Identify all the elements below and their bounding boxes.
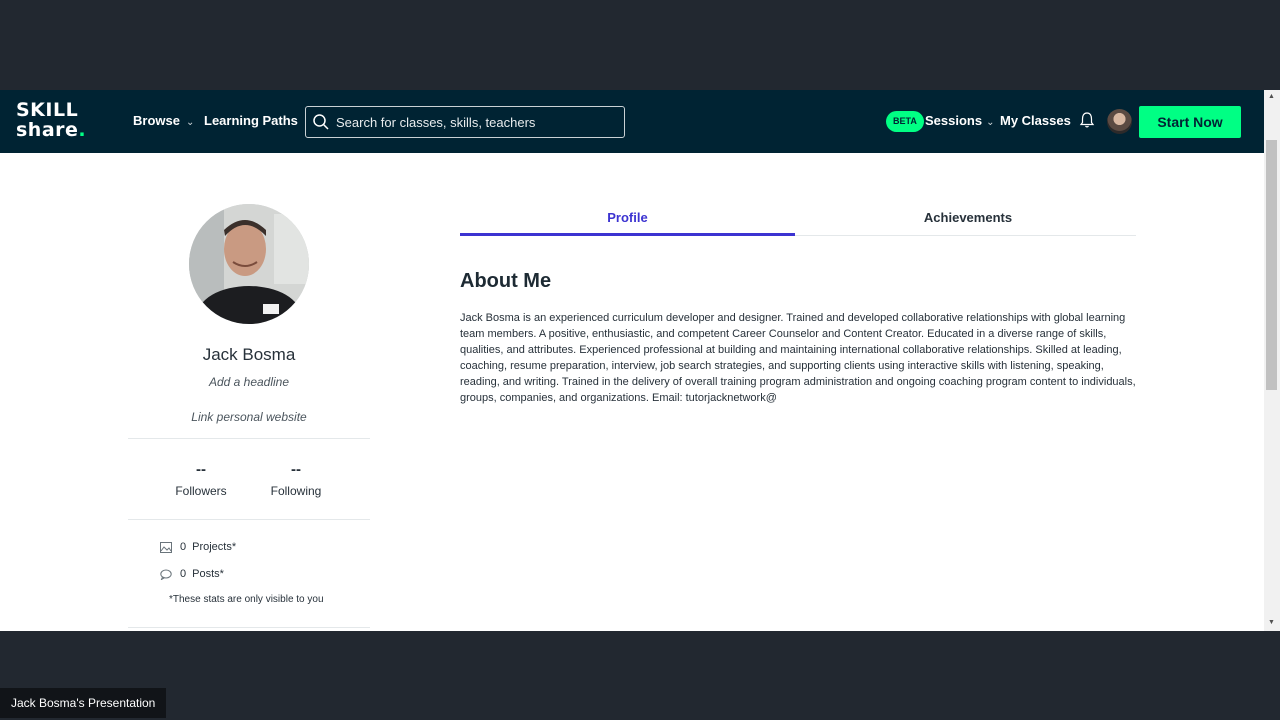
posts-count: 0 bbox=[180, 568, 187, 580]
profile-photo bbox=[189, 204, 309, 324]
posts-label: Posts* bbox=[192, 568, 224, 580]
chevron-down-icon: ⌄ bbox=[986, 117, 995, 128]
vertical-scrollbar[interactable]: ▲ ▼ bbox=[1264, 90, 1280, 631]
browse-label: Browse bbox=[133, 113, 180, 128]
followers-label: Followers bbox=[175, 484, 227, 498]
bell-icon[interactable] bbox=[1079, 111, 1095, 129]
followers-stat[interactable]: -- Followers bbox=[161, 461, 241, 499]
projects-stat: 0 Projects* bbox=[160, 541, 236, 553]
skillshare-logo[interactable]: SKILL share. bbox=[16, 100, 86, 140]
projects-label: Projects* bbox=[192, 541, 237, 553]
top-nav: SKILL share. Browse ⌄ Learning Paths BETA… bbox=[0, 90, 1264, 153]
following-label: Following bbox=[270, 484, 322, 498]
tab-profile[interactable]: Profile bbox=[460, 200, 795, 236]
user-avatar[interactable] bbox=[1107, 109, 1132, 134]
stats-visibility-note: *These stats are only visible to you bbox=[169, 594, 324, 605]
my-classes-link[interactable]: My Classes bbox=[1000, 112, 1071, 130]
browse-menu[interactable]: Browse ⌄ bbox=[133, 112, 194, 132]
about-me-text: Jack Bosma is an experienced curriculum … bbox=[460, 312, 1136, 404]
posts-stat: 0 Posts* bbox=[160, 568, 224, 580]
sessions-menu[interactable]: Sessions ⌄ bbox=[925, 112, 994, 132]
search-icon bbox=[313, 114, 329, 130]
divider bbox=[128, 519, 370, 520]
browser-viewport: SKILL share. Browse ⌄ Learning Paths BETA… bbox=[0, 90, 1280, 631]
image-icon bbox=[160, 541, 172, 553]
following-stat[interactable]: -- Following bbox=[256, 461, 336, 499]
active-tab-indicator bbox=[460, 233, 795, 236]
scroll-down-arrow-icon[interactable]: ▼ bbox=[1268, 619, 1275, 626]
add-headline-link[interactable]: Add a headline bbox=[128, 375, 370, 389]
scrollbar-thumb[interactable] bbox=[1266, 140, 1277, 390]
logo-line-2: share bbox=[16, 119, 79, 141]
projects-count: 0 bbox=[180, 541, 187, 553]
comment-icon bbox=[160, 569, 172, 580]
chevron-down-icon: ⌄ bbox=[185, 117, 195, 128]
about-me-heading: About Me bbox=[460, 270, 552, 292]
presentation-label: Jack Bosma's Presentation bbox=[0, 688, 167, 718]
profile-name: Jack Bosma bbox=[202, 345, 296, 364]
logo-line-1: SKILL bbox=[16, 99, 79, 121]
sessions-label: Sessions bbox=[925, 113, 983, 128]
start-now-button[interactable]: Start Now bbox=[1139, 106, 1241, 138]
divider bbox=[128, 627, 370, 628]
following-count: -- bbox=[291, 461, 301, 478]
tab-achievements[interactable]: Achievements bbox=[800, 200, 1136, 236]
search-bar[interactable] bbox=[305, 106, 625, 138]
profile-photo-illustration bbox=[189, 204, 309, 324]
beta-badge: BETA bbox=[886, 111, 924, 132]
link-website-link[interactable]: Link personal website bbox=[128, 410, 370, 424]
learning-paths-link[interactable]: Learning Paths bbox=[204, 112, 298, 130]
logo-dot: . bbox=[78, 119, 87, 141]
divider bbox=[128, 438, 370, 439]
scroll-up-arrow-icon[interactable]: ▲ bbox=[1268, 93, 1275, 100]
search-input[interactable] bbox=[336, 114, 616, 130]
followers-count: -- bbox=[196, 461, 206, 478]
